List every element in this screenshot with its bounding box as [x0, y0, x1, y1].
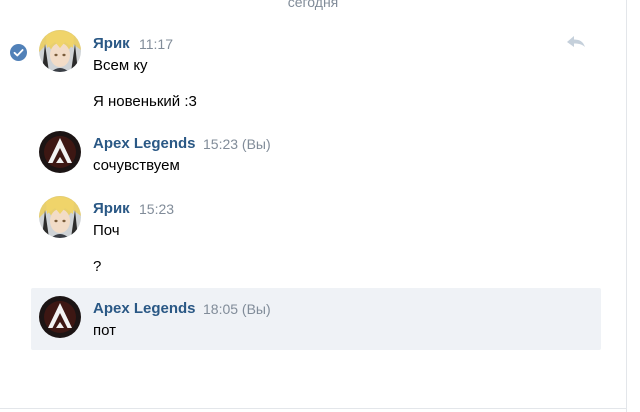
date-divider: сегодня — [287, 0, 339, 10]
message-time[interactable]: 11:17 — [139, 36, 173, 52]
message-time[interactable]: 18:05 (Вы) — [203, 301, 271, 317]
chat-history: сегодня Ярик 11:17 Всем ку Я новенький :… — [0, 0, 640, 412]
message-author[interactable]: Ярик — [93, 200, 130, 217]
message-text: Всем ку — [93, 57, 148, 74]
message-author[interactable]: Apex Legends — [93, 135, 196, 152]
message-time[interactable]: 15:23 — [139, 201, 174, 217]
message-highlight — [31, 288, 601, 350]
panel-border — [626, 0, 627, 412]
avatar-yarik[interactable] — [39, 196, 81, 238]
message-text: сочувствуем — [93, 157, 180, 174]
avatar-apex-legends[interactable] — [39, 296, 81, 338]
message-text: пот — [93, 322, 117, 339]
selected-checkmark-icon[interactable] — [10, 44, 27, 61]
avatar-yarik[interactable] — [39, 30, 81, 72]
message-author[interactable]: Ярик — [93, 35, 130, 52]
message-time[interactable]: 15:23 (Вы) — [203, 136, 271, 152]
avatar-apex-legends[interactable] — [39, 131, 81, 173]
message-text: ? — [93, 258, 102, 275]
reply-icon[interactable] — [566, 33, 586, 51]
message-text: Я новенький :3 — [93, 93, 197, 110]
message-text: Поч — [93, 222, 120, 239]
bottom-divider — [0, 408, 626, 409]
message-author[interactable]: Apex Legends — [93, 300, 196, 317]
